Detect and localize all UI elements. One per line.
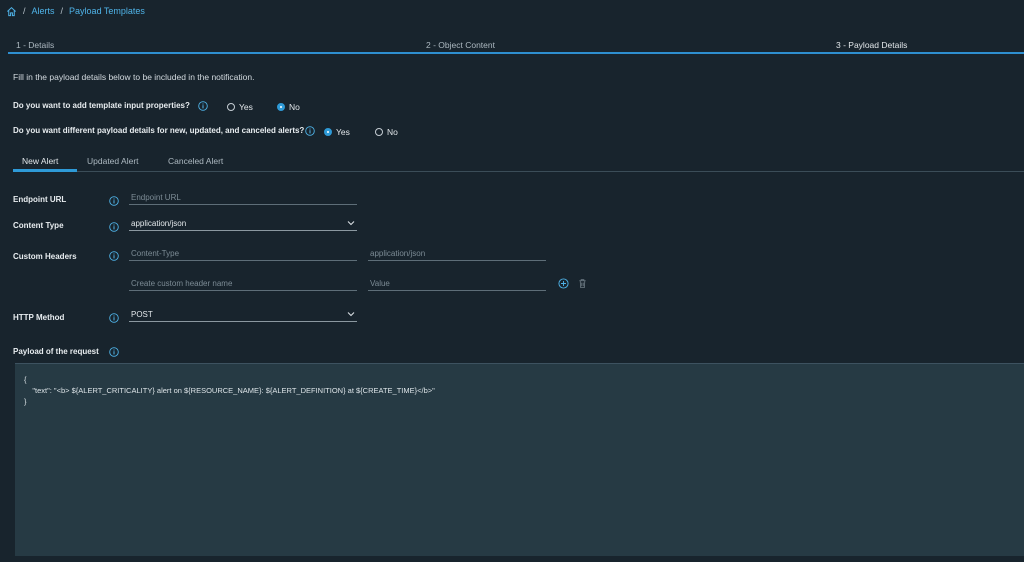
endpoint-url-input[interactable] xyxy=(129,191,357,205)
chevron-down-icon xyxy=(347,312,355,317)
trash-icon[interactable] xyxy=(577,278,588,289)
endpoint-url-label: Endpoint URL xyxy=(13,195,67,204)
tab-canceled-alert[interactable]: Canceled Alert xyxy=(168,156,223,166)
step-object-content[interactable]: 2 - Object Content xyxy=(426,40,495,50)
breadcrumb-separator: / xyxy=(23,6,26,16)
info-icon[interactable] xyxy=(198,101,208,111)
radio-label: No xyxy=(387,127,398,137)
content-type-value: application/json xyxy=(131,218,187,228)
step-details[interactable]: 1 - Details xyxy=(16,40,54,50)
steps-progress-bar xyxy=(8,52,1024,54)
breadcrumb-payload-templates[interactable]: Payload Templates xyxy=(69,6,145,16)
radio-circle[interactable] xyxy=(277,103,285,111)
info-icon[interactable] xyxy=(109,222,119,232)
header-value-input[interactable] xyxy=(368,247,546,261)
active-tab-indicator xyxy=(13,169,77,172)
radio-label: Yes xyxy=(336,127,350,137)
new-header-name-input[interactable] xyxy=(129,277,357,291)
wizard-steps: 1 - Details 2 - Object Content 3 - Paylo… xyxy=(0,36,1024,54)
http-method-value: POST xyxy=(131,309,153,319)
step-payload-details[interactable]: 3 - Payload Details xyxy=(836,40,907,50)
breadcrumb-alerts[interactable]: Alerts xyxy=(32,6,55,16)
info-icon[interactable] xyxy=(305,126,315,136)
different-payload-question: Do you want different payload details fo… xyxy=(13,126,305,135)
chevron-down-icon xyxy=(347,221,355,226)
info-icon[interactable] xyxy=(109,347,119,357)
payload-textarea[interactable]: { "text": "<b> ${ALERT_CRITICALITY} aler… xyxy=(15,363,1024,556)
template-input-no-radio[interactable]: No xyxy=(277,102,300,112)
breadcrumb-separator: / xyxy=(60,6,64,16)
radio-label: No xyxy=(289,102,300,112)
http-method-select[interactable]: POST xyxy=(129,307,357,322)
radio-circle[interactable] xyxy=(227,103,235,111)
tabs-divider xyxy=(13,171,1024,172)
breadcrumb: / Alerts / Payload Templates xyxy=(6,5,145,17)
header-name-input[interactable] xyxy=(129,247,357,261)
info-icon[interactable] xyxy=(109,196,119,206)
info-icon[interactable] xyxy=(109,313,119,323)
radio-label: Yes xyxy=(239,102,253,112)
http-method-label: HTTP Method xyxy=(13,313,65,322)
radio-circle[interactable] xyxy=(375,128,383,136)
different-payload-yes-radio[interactable]: Yes xyxy=(324,127,350,137)
content-type-select[interactable]: application/json xyxy=(129,216,357,231)
add-circle-icon[interactable] xyxy=(558,278,569,289)
new-header-value-input[interactable] xyxy=(368,277,546,291)
template-input-yes-radio[interactable]: Yes xyxy=(227,102,253,112)
radio-circle[interactable] xyxy=(324,128,332,136)
tab-updated-alert[interactable]: Updated Alert xyxy=(87,156,139,166)
template-input-question: Do you want to add template input proper… xyxy=(13,101,190,110)
tab-new-alert[interactable]: New Alert xyxy=(22,156,58,166)
different-payload-no-radio[interactable]: No xyxy=(375,127,398,137)
content-type-label: Content Type xyxy=(13,221,64,230)
home-icon[interactable] xyxy=(6,6,17,17)
intro-text: Fill in the payload details below to be … xyxy=(13,72,255,82)
custom-headers-label: Custom Headers xyxy=(13,252,77,261)
info-icon[interactable] xyxy=(109,251,119,261)
payload-label: Payload of the request xyxy=(13,347,99,356)
